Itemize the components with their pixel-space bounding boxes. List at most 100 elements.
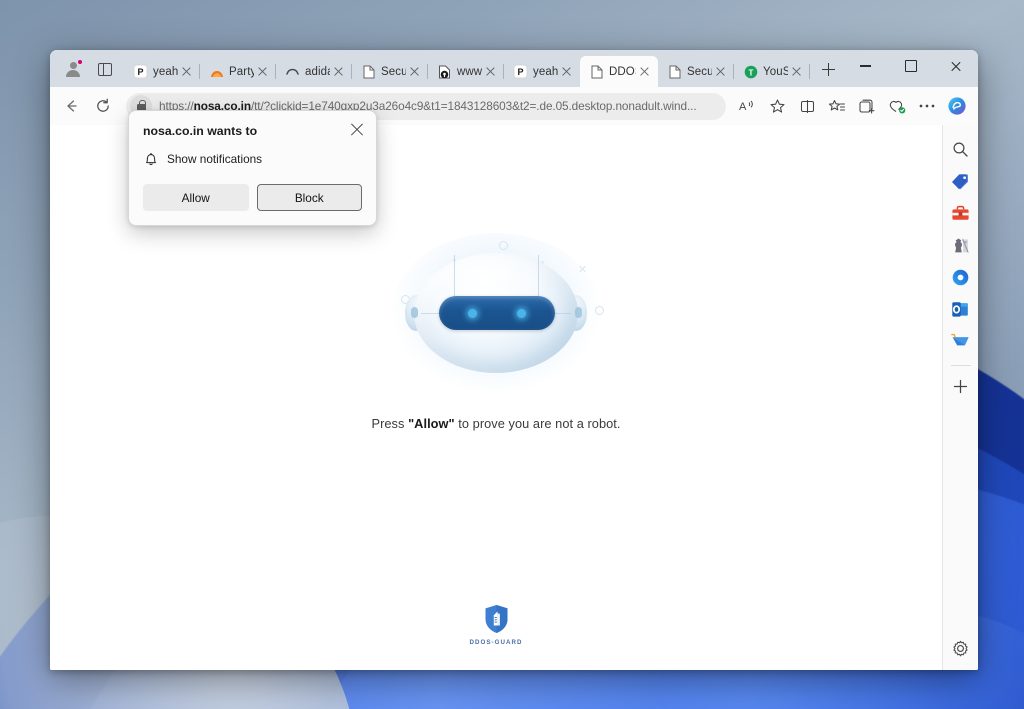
robot-visor [439, 296, 555, 330]
tab-2[interactable]: adida [276, 56, 352, 87]
page-favicon [589, 64, 604, 79]
shopping-cart-icon[interactable] [947, 327, 975, 355]
tab-3[interactable]: Secur [352, 56, 428, 87]
ddos-guard-footer: DDOS-GUARD [50, 604, 942, 646]
robot-illustration-area: ✕ Press "Allow" to prove you are not a r… [50, 233, 942, 431]
dialog-buttons: Allow Block [143, 184, 362, 211]
tab-title: adida [305, 65, 330, 78]
favorites-list-icon[interactable] [822, 92, 852, 120]
p-favicon: P [513, 64, 528, 79]
favorites-star-icon[interactable] [762, 92, 792, 120]
tab-list: P yeahp Party [124, 50, 810, 87]
close-icon[interactable] [180, 65, 194, 79]
shopping-tags-icon[interactable] [947, 167, 975, 195]
orange-favicon [209, 64, 224, 79]
tab-6-active[interactable]: DDOS [580, 56, 658, 87]
robot-ear-detail-right [575, 307, 582, 318]
games-icon[interactable] [947, 231, 975, 259]
close-icon[interactable] [484, 65, 498, 79]
new-tab-button[interactable] [814, 55, 842, 83]
office-icon[interactable] [947, 263, 975, 291]
robot-illustration: ✕ [381, 233, 611, 393]
window-controls [843, 50, 978, 82]
outlook-icon[interactable] [947, 295, 975, 323]
tab-7[interactable]: Secur [658, 56, 734, 87]
tab-title: YouSt [763, 65, 788, 78]
settings-and-more-icon[interactable] [912, 92, 942, 120]
tab-8[interactable]: T YouSt [734, 56, 810, 87]
browser-essentials-icon[interactable] [882, 92, 912, 120]
ddos-guard-label: DDOS-GUARD [469, 639, 523, 646]
collections-icon[interactable] [852, 92, 882, 120]
minimize-button[interactable] [843, 50, 888, 82]
caption-prefix: Press [371, 416, 409, 431]
vertical-tabs-icon [98, 62, 112, 76]
caption-suffix: to prove you are not a robot. [454, 416, 621, 431]
toolbox-icon[interactable] [947, 199, 975, 227]
svg-text:A: A [739, 101, 747, 113]
arrow-left-icon [67, 100, 77, 112]
permission-label: Show notifications [167, 152, 263, 166]
deco-circle-1 [499, 241, 508, 250]
tab-0[interactable]: P yeahp [124, 56, 200, 87]
deco-x-icon: ✕ [578, 264, 588, 276]
search-icon[interactable] [947, 135, 975, 163]
sidebar-divider [950, 365, 971, 366]
maximize-button[interactable] [888, 50, 933, 82]
close-window-button[interactable] [933, 50, 978, 82]
robot-ear-detail-left [411, 307, 418, 318]
refresh-button[interactable] [88, 91, 118, 121]
page-favicon [361, 64, 376, 79]
dialog-title: nosa.co.in wants to [143, 124, 258, 138]
tab-title: yeahp [153, 65, 178, 78]
shield-icon [484, 604, 509, 634]
page-favicon [667, 64, 682, 79]
svg-text:P: P [517, 67, 523, 77]
close-icon[interactable] [714, 65, 728, 79]
robot-eye-left [468, 309, 477, 318]
deco-circle-3 [595, 306, 604, 315]
tab-title: Secur [687, 65, 712, 78]
svg-text:P: P [137, 67, 143, 77]
p-favicon: P [133, 64, 148, 79]
sidebar-settings-icon[interactable] [947, 634, 975, 662]
close-icon[interactable] [790, 65, 804, 79]
browser-window: P yeahp Party [50, 50, 978, 670]
close-icon[interactable] [638, 65, 652, 79]
tab-1[interactable]: Party [200, 56, 276, 87]
tab-title: DDOS [609, 65, 636, 78]
close-icon[interactable] [560, 65, 574, 79]
tab-5[interactable]: P yeahp [504, 56, 580, 87]
tab-title: www [457, 65, 482, 78]
read-aloud-icon[interactable]: A [732, 92, 762, 120]
lock-page-favicon [437, 64, 452, 79]
tab-strip: P yeahp Party [50, 50, 978, 87]
tab-title: Secur [381, 65, 406, 78]
adidas-favicon [285, 64, 300, 79]
profile-button[interactable] [58, 55, 88, 83]
bell-icon [143, 151, 159, 167]
close-icon[interactable] [332, 65, 346, 79]
dialog-close-icon[interactable] [348, 120, 366, 138]
profile-notification-dot [77, 59, 83, 65]
desktop-background: P yeahp Party [0, 0, 1024, 709]
edge-sidebar [942, 125, 978, 670]
block-button[interactable]: Block [256, 184, 362, 211]
close-icon[interactable] [256, 65, 270, 79]
tab-actions-button[interactable] [90, 55, 120, 83]
close-icon[interactable] [408, 65, 422, 79]
add-sidebar-app-icon[interactable] [947, 372, 975, 400]
svg-text:T: T [748, 68, 753, 77]
tab-title: Party [229, 65, 254, 78]
copilot-icon[interactable] [942, 92, 972, 120]
green-t-favicon: T [743, 64, 758, 79]
page-caption: Press "Allow" to prove you are not a rob… [371, 416, 620, 431]
refresh-icon [97, 98, 109, 112]
back-button[interactable] [56, 91, 86, 121]
tab-4[interactable]: www [428, 56, 504, 87]
notification-permission-dialog: nosa.co.in wants to Show notifications A… [128, 110, 377, 226]
robot-eye-right [517, 309, 526, 318]
split-screen-icon[interactable] [792, 92, 822, 120]
tab-title: yeahp [533, 65, 558, 78]
allow-button[interactable]: Allow [143, 184, 249, 211]
